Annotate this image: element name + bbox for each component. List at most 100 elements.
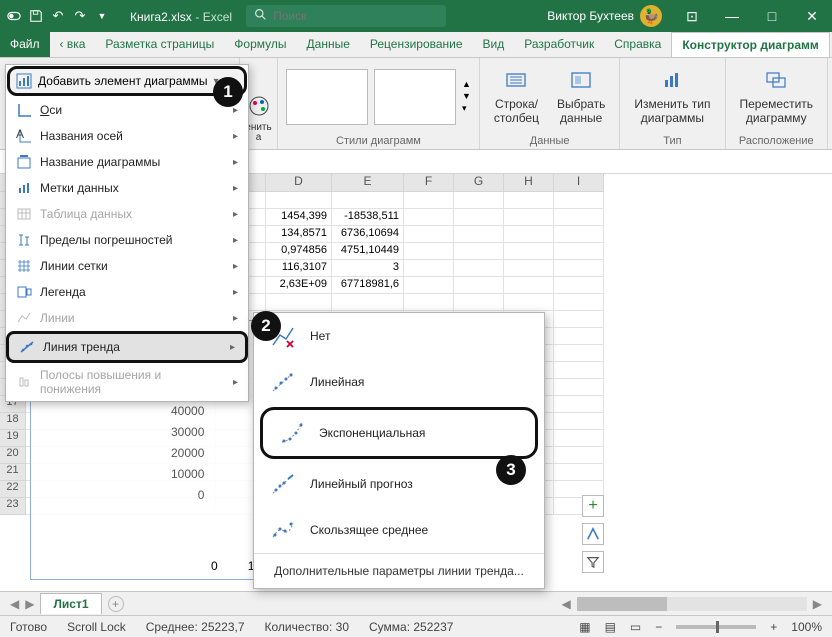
- undo-icon[interactable]: ↶: [50, 8, 66, 24]
- search-input[interactable]: [273, 9, 423, 23]
- sub-linear[interactable]: Линейная: [254, 359, 544, 405]
- tab-data[interactable]: Данные: [297, 32, 360, 57]
- search-box[interactable]: [246, 5, 446, 27]
- titlebar: ↶ ↷ ▼ Книга2.xlsx - Excel Виктор Бухтеев…: [0, 0, 832, 32]
- tab-developer[interactable]: Разработчик: [514, 32, 604, 57]
- quick-access-toolbar: ↶ ↷ ▼: [0, 8, 116, 24]
- view-page-break-icon[interactable]: ▭: [630, 620, 641, 634]
- col-header-H[interactable]: H: [504, 174, 554, 192]
- tab-review[interactable]: Рецензирование: [360, 32, 473, 57]
- view-normal-icon[interactable]: ▦: [579, 620, 590, 634]
- menu-chart-title[interactable]: Название диаграммы▸: [6, 149, 248, 175]
- styles-more[interactable]: ▾: [462, 103, 471, 114]
- menu-chart-title-label: Название диаграммы: [40, 155, 225, 169]
- row-header[interactable]: 21: [0, 464, 26, 481]
- ribbon-display-icon[interactable]: ⊡: [672, 8, 712, 25]
- table-cell[interactable]: 1454,399: [266, 209, 332, 226]
- move-chart-button[interactable]: Переместить диаграмму: [734, 64, 820, 129]
- group-location: Переместить диаграмму Расположение: [726, 58, 829, 149]
- menu-axes[interactable]: Оси▸: [6, 97, 248, 123]
- row-header[interactable]: 19: [0, 430, 26, 447]
- qat-dropdown-icon[interactable]: ▼: [94, 8, 110, 24]
- change-chart-type-button[interactable]: Изменить тип диаграммы: [628, 64, 716, 129]
- tab-view[interactable]: Вид: [473, 32, 515, 57]
- sub-more-options[interactable]: Дополнительные параметры линии тренда...: [254, 553, 544, 588]
- select-data-button[interactable]: Выбрать данные: [551, 64, 611, 129]
- style-thumb-2[interactable]: [374, 69, 456, 125]
- data-table-icon: [16, 206, 32, 222]
- col-header-D[interactable]: D: [266, 174, 332, 192]
- h-scroll-left[interactable]: ◀: [562, 597, 571, 611]
- sub-exponential[interactable]: Экспоненциальная: [260, 407, 538, 459]
- table-cell[interactable]: 3: [332, 260, 404, 277]
- zoom-out[interactable]: −: [655, 620, 662, 634]
- zoom-in[interactable]: +: [770, 620, 777, 634]
- chart-styles-button[interactable]: [582, 523, 604, 545]
- menu-data-labels[interactable]: Метки данных▸: [6, 175, 248, 201]
- menu-axes-label: си: [49, 103, 62, 117]
- table-cell[interactable]: 2,63E+09: [266, 277, 332, 294]
- maximize-icon[interactable]: □: [752, 8, 792, 25]
- menu-legend[interactable]: Легенда▸: [6, 279, 248, 305]
- row-header[interactable]: 23: [0, 498, 26, 515]
- sub-none-label: Нет: [310, 329, 330, 343]
- zoom-readout[interactable]: 100%: [791, 620, 822, 634]
- chart-float-buttons: +: [582, 495, 604, 573]
- add-chart-element-button[interactable]: Добавить элемент диаграммы ▾: [7, 66, 247, 96]
- col-header-F[interactable]: F: [404, 174, 454, 192]
- switch-row-col-button[interactable]: Строка/ столбец: [488, 64, 545, 129]
- sheet-nav-next[interactable]: ▶: [25, 597, 34, 611]
- col-header-E[interactable]: E: [332, 174, 404, 192]
- menu-trendline[interactable]: Линия тренда▸: [6, 331, 248, 363]
- file-title: Книга2.xlsx - Excel: [116, 9, 246, 24]
- user-account[interactable]: Виктор Бухтеев 🦆: [537, 5, 672, 27]
- col-header-G[interactable]: G: [454, 174, 504, 192]
- menu-updown-label: Полосы повышения и понижения: [40, 368, 225, 396]
- view-page-layout-icon[interactable]: ▤: [605, 620, 616, 634]
- col-header-I[interactable]: I: [554, 174, 604, 192]
- trendline-icon: [19, 339, 35, 355]
- autosave-toggle[interactable]: [6, 8, 22, 24]
- table-cell[interactable]: 6736,10694: [332, 226, 404, 243]
- tab-formulas[interactable]: Формулы: [224, 32, 296, 57]
- tab-insert[interactable]: ‹ вка: [50, 32, 96, 57]
- tab-file[interactable]: Файл: [0, 32, 50, 57]
- styles-scroll-down[interactable]: ▼: [462, 91, 471, 101]
- tab-chart-design[interactable]: Конструктор диаграмм: [671, 32, 829, 57]
- callout-2: 2: [251, 311, 281, 341]
- status-bar: Готово Scroll Lock Среднее: 25223,7 Коли…: [0, 615, 832, 637]
- tab-help[interactable]: Справка: [604, 32, 671, 57]
- zoom-slider[interactable]: [676, 625, 756, 629]
- menu-error-bars[interactable]: Пределы погрешностей▸: [6, 227, 248, 253]
- sub-none[interactable]: Нет: [254, 313, 544, 359]
- callout-3: 3: [496, 455, 526, 485]
- row-header[interactable]: 20: [0, 447, 26, 464]
- chart-filter-button[interactable]: [582, 551, 604, 573]
- table-cell[interactable]: 67718981,6: [332, 277, 404, 294]
- row-header[interactable]: 18: [0, 413, 26, 430]
- new-sheet-button[interactable]: +: [108, 596, 124, 612]
- menu-axis-titles[interactable]: AНазвания осей▸: [6, 123, 248, 149]
- tab-page-layout[interactable]: Разметка страницы: [95, 32, 224, 57]
- close-icon[interactable]: ✕: [792, 8, 832, 25]
- row-header[interactable]: 22: [0, 481, 26, 498]
- styles-scroll-up[interactable]: ▲: [462, 79, 471, 89]
- table-cell[interactable]: 0,974856: [266, 243, 332, 260]
- menu-error-bars-label: Пределы погрешностей: [40, 233, 225, 247]
- table-cell[interactable]: 4751,10449: [332, 243, 404, 260]
- sheet-nav-prev[interactable]: ◀: [10, 597, 19, 611]
- h-scrollbar[interactable]: [577, 597, 807, 611]
- updown-icon: [16, 374, 32, 390]
- sheet-tab-1[interactable]: Лист1: [40, 593, 101, 614]
- chart-elements-button[interactable]: +: [582, 495, 604, 517]
- menu-gridlines[interactable]: Линии сетки▸: [6, 253, 248, 279]
- table-cell[interactable]: 134,8571: [266, 226, 332, 243]
- h-scroll-right[interactable]: ▶: [813, 597, 822, 611]
- sub-moving-avg[interactable]: Скользящее среднее: [254, 507, 544, 553]
- redo-icon[interactable]: ↷: [72, 8, 88, 24]
- table-cell[interactable]: -18538,511: [332, 209, 404, 226]
- style-thumb-1[interactable]: [286, 69, 368, 125]
- save-icon[interactable]: [28, 8, 44, 24]
- minimize-icon[interactable]: —: [712, 8, 752, 25]
- table-cell[interactable]: 116,3107: [266, 260, 332, 277]
